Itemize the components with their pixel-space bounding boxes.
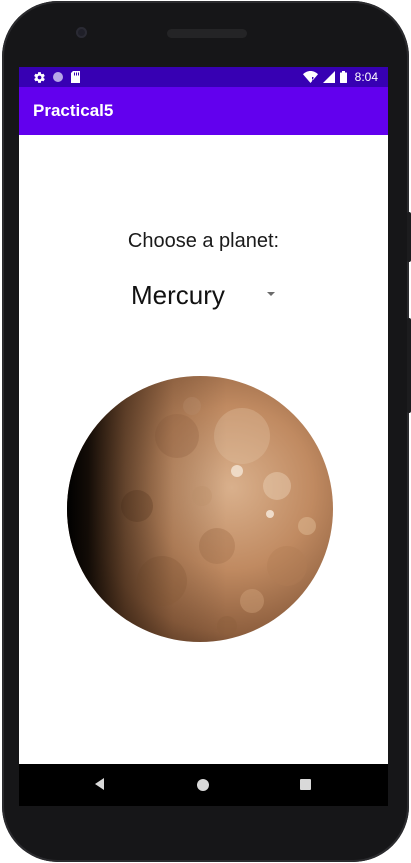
navigation-bar: [19, 764, 388, 806]
spinner-selected-value: Mercury: [131, 280, 225, 310]
front-camera: [76, 27, 87, 38]
app-bar: Practical5: [19, 87, 388, 135]
home-icon[interactable]: [197, 779, 209, 791]
device-screen: 8:04 Practical5 Choose a planet: Mercury: [19, 67, 388, 764]
status-right-icons: 8:04: [302, 69, 378, 85]
circle-icon: [53, 72, 63, 82]
planet-spinner[interactable]: Mercury: [125, 275, 285, 315]
back-icon[interactable]: [95, 778, 104, 790]
mercury-planet-image: [67, 376, 333, 642]
signal-icon: [322, 71, 335, 83]
planet-prompt-label: Choose a planet:: [127, 230, 280, 252]
phone-frame: 8:04 Practical5 Choose a planet: Mercury: [0, 0, 411, 863]
status-bar: 8:04: [19, 67, 388, 87]
app-title: Practical5: [33, 101, 114, 120]
gear-icon: [34, 71, 45, 83]
status-left-icons: [33, 69, 81, 85]
dropdown-arrow-icon: [267, 292, 275, 296]
main-content: Choose a planet: Mercury: [19, 135, 388, 764]
battery-icon: [339, 71, 347, 83]
wifi-icon: [302, 71, 318, 83]
earpiece-speaker: [167, 29, 247, 38]
volume-button: [407, 318, 411, 413]
status-time: 8:04: [354, 70, 378, 84]
power-button: [407, 212, 411, 262]
sd-card-icon: [71, 71, 80, 83]
recents-icon[interactable]: [300, 779, 311, 790]
